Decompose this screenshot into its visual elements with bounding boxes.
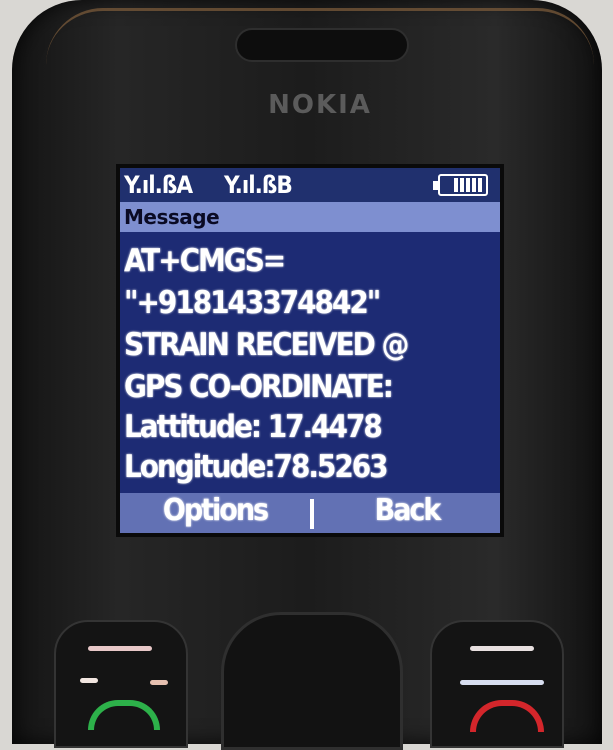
softkey-bar: Options Back: [120, 493, 500, 533]
battery-icon: [433, 174, 488, 196]
message-line: GPS CO-ORDINATE:: [124, 369, 394, 405]
left-key-marker: [80, 678, 98, 683]
message-line: AT+CMGS=: [124, 243, 286, 279]
right-key-marker: [460, 680, 544, 685]
status-bar: Y.ıl.ßA Y.ıl.ßB: [120, 168, 500, 202]
brand-logo: NOKIA: [268, 90, 372, 120]
phone-screen: Y.ıl.ßA Y.ıl.ßB Message AT+CMGS= "+91814…: [120, 168, 500, 533]
navigation-key[interactable]: [221, 612, 403, 750]
message-line: Longitude:78.5263: [124, 449, 389, 485]
right-key-marker: [470, 646, 534, 651]
screen-title: Message: [120, 202, 500, 232]
message-line: STRAIN RECEIVED @: [124, 327, 409, 363]
message-line: "+918143374842": [124, 285, 381, 321]
left-key-marker: [88, 646, 152, 651]
battery-fill: [454, 178, 484, 192]
back-softkey[interactable]: Back: [314, 493, 500, 533]
earpiece-speaker: [235, 28, 409, 62]
message-line: Lattitude: 17.4478: [124, 409, 383, 445]
left-key-marker: [150, 680, 168, 685]
sim1-signal-icon: Y.ıl.ßA: [124, 171, 193, 199]
options-softkey[interactable]: Options: [120, 493, 310, 533]
sim2-signal-icon: Y.ıl.ßB: [224, 171, 293, 199]
